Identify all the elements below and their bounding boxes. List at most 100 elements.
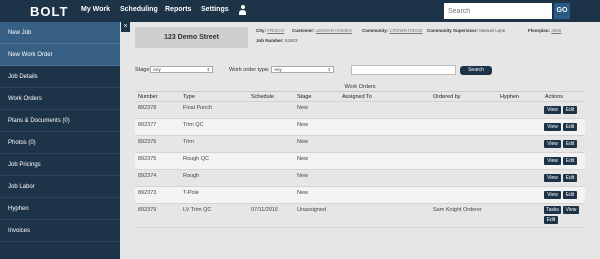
sidebar: New Job New Work Order Job Details Work … <box>0 22 120 259</box>
view-button[interactable]: View <box>544 174 561 182</box>
supervisor-value: Manuel Lepe <box>479 28 506 33</box>
sidebar-item-invoices[interactable]: Invoices <box>0 220 120 242</box>
logo[interactable]: BOLT <box>30 4 68 19</box>
customer-link[interactable]: LENNAR HOMES <box>316 28 352 33</box>
row-number: 892373 <box>138 190 157 196</box>
table-row: 892378 Final Punch New View Edit <box>135 102 585 119</box>
row-number: 892378 <box>138 105 157 111</box>
nav-settings[interactable]: Settings <box>201 6 229 13</box>
job-number-value: 83603 <box>285 38 298 43</box>
floorplan-link[interactable]: 3660 <box>551 28 561 33</box>
view-button[interactable]: View <box>544 106 561 114</box>
col-number: Number <box>138 94 158 100</box>
edit-button[interactable]: Edit <box>563 140 577 148</box>
search-input[interactable] <box>444 3 552 19</box>
table-row: 892375 Rough QC New View Edit <box>135 153 585 170</box>
row-number: 892379 <box>138 207 157 213</box>
col-assigned: Assigned To <box>342 94 372 100</box>
type-select[interactable]: Any ⇕ <box>271 66 334 73</box>
row-type: T-Pole <box>183 190 199 196</box>
nav-my-work[interactable]: My Work <box>81 6 110 13</box>
sidebar-item-hyphen[interactable]: Hyphen <box>0 198 120 220</box>
customer-label: Customer: <box>292 28 315 33</box>
col-stage: Stage <box>297 94 312 100</box>
user-icon[interactable] <box>239 5 246 16</box>
view-button[interactable]: View <box>563 206 579 214</box>
col-hyphen: Hyphen <box>500 94 519 100</box>
floorplan-label: Floorplan: <box>528 28 550 33</box>
col-schedule: Schedule <box>251 94 274 100</box>
row-type: Rough <box>183 173 200 179</box>
col-actions: Actions <box>545 94 564 100</box>
table-row: 892379 LV Trim QC 07/11/2016 Unassigned … <box>135 204 585 228</box>
edit-button[interactable]: Edit <box>563 157 577 165</box>
col-ordered: Ordered by <box>433 94 461 100</box>
search-button[interactable]: Search <box>460 66 492 75</box>
type-filter-label: Work order type: <box>229 67 270 73</box>
stage-filter-label: Stage: <box>135 67 151 73</box>
sidebar-item-photos[interactable]: Photos (0) <box>0 132 120 154</box>
sidebar-item-new-job[interactable]: New Job <box>0 22 120 44</box>
work-orders-table: Work Orders Number Type Schedule Stage A… <box>135 84 585 228</box>
search-field[interactable] <box>351 65 456 75</box>
view-button[interactable]: View <box>544 123 561 131</box>
tasks-button[interactable]: Tasks <box>544 206 561 214</box>
sidebar-item-new-work-order[interactable]: New Work Order <box>0 44 120 66</box>
city-link[interactable]: FRISCO <box>267 28 284 33</box>
select-arrows-icon: ⇕ <box>206 67 210 72</box>
row-stage: New <box>297 105 309 111</box>
city-label: City: <box>256 28 266 33</box>
row-schedule: 07/11/2016 <box>251 207 279 213</box>
sidebar-item-job-labor[interactable]: Job Labor <box>0 176 120 198</box>
nav-scheduling[interactable]: Scheduling <box>120 6 158 13</box>
table-header: Number Type Schedule Stage Assigned To O… <box>135 92 585 102</box>
row-ordered-by: Sam Knight Orderer <box>433 207 482 213</box>
table-title: Work Orders <box>135 84 585 92</box>
edit-button[interactable]: Edit <box>563 106 577 114</box>
row-type: Final Punch <box>183 105 213 111</box>
row-number: 892375 <box>138 156 157 162</box>
edit-button[interactable]: Edit <box>544 216 558 224</box>
edit-button[interactable]: Edit <box>563 174 577 182</box>
edit-button[interactable]: Edit <box>563 123 577 131</box>
row-type: Rough QC <box>183 156 209 162</box>
row-type: LV Trim QC <box>183 207 212 213</box>
row-stage: New <box>297 122 309 128</box>
sidebar-item-plans-documents[interactable]: Plans & Documents (0) <box>0 110 120 132</box>
top-bar: BOLT My Work Scheduling Reports Settings… <box>0 0 600 22</box>
table-row: 892373 T-Pole New View Edit <box>135 187 585 204</box>
row-type: Trim QC <box>183 122 204 128</box>
row-stage: New <box>297 139 309 145</box>
table-row: 892377 Trim QC New View Edit <box>135 119 585 136</box>
sidebar-item-work-orders[interactable]: Work Orders <box>0 88 120 110</box>
row-stage: New <box>297 190 309 196</box>
view-button[interactable]: View <box>544 191 561 199</box>
row-number: 892376 <box>138 139 157 145</box>
edit-button[interactable]: Edit <box>563 191 577 199</box>
row-type: Trim <box>183 139 194 145</box>
row-stage: Unassigned <box>297 207 327 213</box>
close-sidebar-icon[interactable]: × <box>121 22 130 32</box>
main-content: 123 Demo Street City: FRISCO Customer: L… <box>130 22 600 259</box>
row-stage: New <box>297 156 309 162</box>
col-type: Type <box>183 94 195 100</box>
job-number-label: Job Number: <box>256 38 284 43</box>
row-number: 892377 <box>138 122 157 128</box>
sidebar-item-job-details[interactable]: Job Details <box>0 66 120 88</box>
stage-select[interactable]: Any ⇕ <box>150 66 213 73</box>
sidebar-item-job-pricings[interactable]: Job Pricings <box>0 154 120 176</box>
supervisor-label: Community Supervisor: <box>427 28 479 33</box>
address-box: 123 Demo Street <box>135 27 248 48</box>
nav-reports[interactable]: Reports <box>165 6 191 13</box>
community-label: Community: <box>362 28 389 33</box>
select-arrows-icon: ⇕ <box>327 67 331 72</box>
table-row: 892374 Rough New View Edit <box>135 170 585 187</box>
row-number: 892374 <box>138 173 157 179</box>
table-row: 892376 Trim New View Edit <box>135 136 585 153</box>
view-button[interactable]: View <box>544 140 561 148</box>
job-address: 123 Demo Street <box>164 34 219 41</box>
go-button[interactable]: GO <box>554 3 570 19</box>
view-button[interactable]: View <box>544 157 561 165</box>
community-link[interactable]: CROWN RIDGE <box>390 28 423 33</box>
row-stage: New <box>297 173 309 179</box>
